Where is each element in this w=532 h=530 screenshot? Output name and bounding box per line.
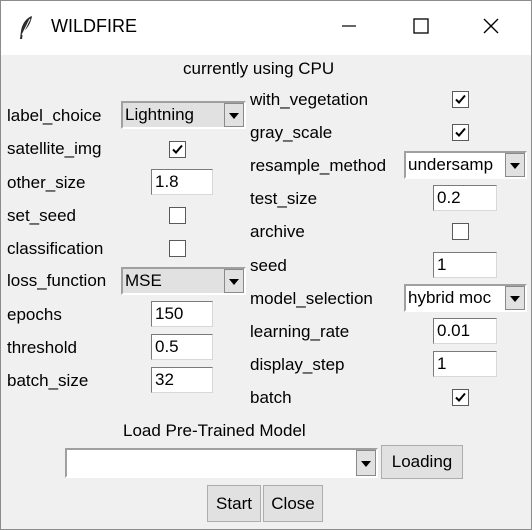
model-selection-select[interactable]: hybrid moc [404, 284, 527, 312]
resample-method-select[interactable]: undersamp [404, 151, 527, 179]
resample-method-value: undersamp [408, 154, 501, 176]
epochs-label: epochs [7, 305, 62, 324]
model-selection-value: hybrid moc [408, 287, 501, 309]
check-icon [455, 392, 466, 402]
check-icon [172, 144, 183, 154]
classification-label: classification [7, 239, 104, 258]
satellite-img-label: satellite_img [7, 139, 102, 158]
close-window-button[interactable] [461, 1, 521, 55]
test-size-label: test_size [250, 189, 318, 208]
batch-checkbox[interactable] [452, 389, 469, 406]
resample-method-dropdown-button[interactable] [505, 153, 525, 177]
batch-size-input[interactable]: 32 [151, 367, 213, 393]
display-step-input[interactable]: 1 [433, 351, 497, 377]
threshold-input[interactable]: 0.5 [151, 334, 213, 360]
classification-checkbox[interactable] [169, 240, 186, 257]
seed-input[interactable]: 1 [433, 252, 497, 278]
resample-method-label: resample_method [250, 156, 387, 175]
set-seed-label: set_seed [7, 206, 76, 225]
with-vegetation-label: with_vegetation [250, 90, 369, 109]
window-title: WILDFIRE [51, 16, 138, 36]
with-vegetation-checkbox[interactable] [452, 91, 469, 108]
set-seed-checkbox[interactable] [169, 207, 186, 224]
test-size-input[interactable]: 0.2 [433, 185, 497, 211]
feather-icon [17, 15, 35, 41]
display-step-label: display_step [250, 355, 345, 374]
seed-label: seed [250, 256, 287, 275]
close-button[interactable]: Close [263, 485, 323, 522]
archive-label: archive [250, 222, 305, 241]
epochs-input[interactable]: 150 [151, 301, 213, 327]
loss-function-value: MSE [125, 271, 162, 290]
model-path-value [69, 451, 352, 473]
label-choice-dropdown-button[interactable] [224, 103, 244, 127]
minimize-icon [342, 19, 356, 38]
loading-button[interactable]: Loading [381, 445, 463, 479]
model-path-dropdown-button[interactable] [356, 450, 376, 476]
gray-scale-checkbox[interactable] [452, 124, 469, 141]
batch-size-label: batch_size [7, 371, 89, 390]
loss-function-select[interactable]: MSE [121, 267, 246, 295]
other-size-input[interactable]: 1.8 [151, 169, 213, 195]
app-window: WILDFIRE currently using CPU label_choic… [0, 0, 532, 530]
model-selection-dropdown-button[interactable] [505, 286, 525, 310]
device-status: currently using CPU [183, 59, 335, 78]
batch-label: batch [250, 388, 292, 407]
satellite-img-checkbox[interactable] [169, 141, 186, 158]
other-size-label: other_size [7, 173, 86, 192]
threshold-label: threshold [7, 338, 77, 357]
label-choice-value: Lightning [125, 105, 195, 124]
check-icon [455, 127, 466, 137]
maximize-icon [413, 17, 429, 39]
load-model-label: Load Pre-Trained Model [123, 421, 306, 440]
close-icon [483, 18, 499, 39]
label-choice-select[interactable]: Lightning [121, 101, 246, 129]
gray-scale-label: gray_scale [250, 123, 333, 142]
form-area: currently using CPU label_choice Lightni… [1, 55, 531, 529]
learning-rate-label: learning_rate [250, 322, 350, 341]
loss-function-label: loss_function [7, 271, 107, 290]
check-icon [455, 94, 466, 104]
archive-checkbox[interactable] [452, 223, 469, 240]
learning-rate-input[interactable]: 0.01 [433, 318, 497, 344]
model-selection-label: model_selection [250, 289, 373, 308]
start-button[interactable]: Start [207, 485, 261, 522]
maximize-button[interactable] [391, 1, 451, 55]
minimize-button[interactable] [319, 1, 379, 55]
title-bar[interactable]: WILDFIRE [1, 1, 531, 55]
label-choice-label: label_choice [7, 106, 102, 125]
model-path-select[interactable] [65, 448, 378, 478]
loss-function-dropdown-button[interactable] [224, 269, 244, 293]
